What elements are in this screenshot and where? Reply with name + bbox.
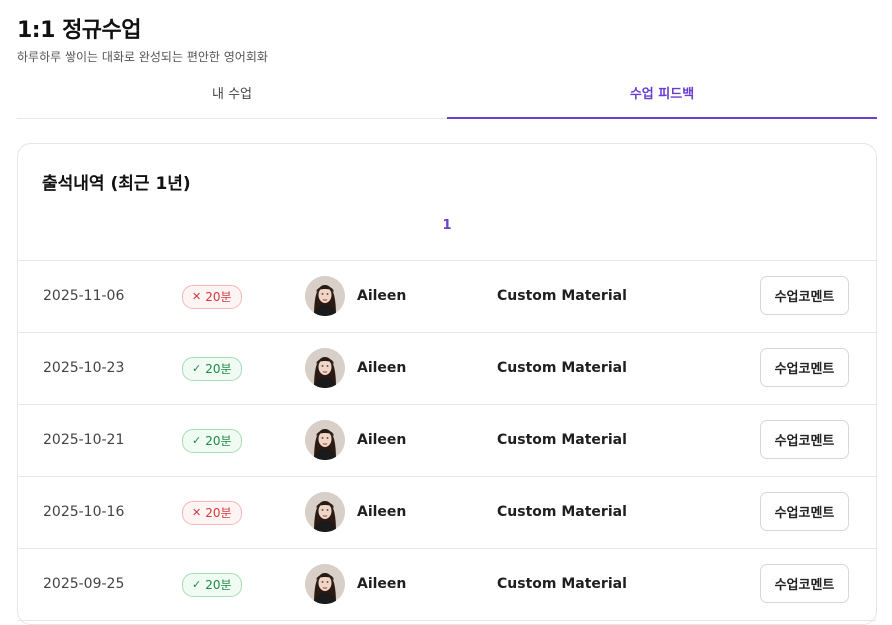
tab-bar: 내 수업 수업 피드백 [17,80,877,119]
x-icon: ✕ [192,506,202,519]
class-material: Custom Material [497,288,627,304]
tutor-name: Aileen [357,576,407,592]
class-material: Custom Material [497,576,627,592]
class-material: Custom Material [497,504,627,520]
class-material: Custom Material [497,360,627,376]
attendance-row: 2025-11-06 ✕ 20분 Aileen Custom Material … [18,261,876,333]
class-date: 2025-10-23 [43,360,125,376]
class-comment-button[interactable]: 수업코멘트 [760,276,849,315]
class-duration: 20분 [205,290,232,304]
attendance-card: 출석내역 (최근 1년) 1 2025-11-06 ✕ 20분 Aileen C… [17,143,877,625]
pagination-page-1[interactable]: 1 [18,218,876,233]
class-date: 2025-11-06 [43,288,125,304]
tutor-avatar [305,348,345,388]
class-date: 2025-10-16 [43,504,125,520]
tutor-avatar [305,276,345,316]
tutor-name: Aileen [357,432,407,448]
check-icon: ✓ [192,362,202,375]
check-icon: ✓ [192,578,202,591]
attendance-list: 2025-11-06 ✕ 20분 Aileen Custom Material … [18,260,876,621]
class-duration: 20분 [205,434,232,448]
attendance-badge: ✓ 20분 [182,429,242,453]
class-date: 2025-10-21 [43,432,125,448]
tutor-avatar [305,564,345,604]
tutor-name: Aileen [357,360,407,376]
class-comment-button[interactable]: 수업코멘트 [760,348,849,387]
x-icon: ✕ [192,290,202,303]
tutor-avatar [305,420,345,460]
attendance-row: 2025-10-21 ✓ 20분 Aileen Custom Material … [18,405,876,477]
class-material: Custom Material [497,432,627,448]
class-comment-button[interactable]: 수업코멘트 [760,492,849,531]
class-duration: 20분 [205,506,232,520]
attendance-badge: ✓ 20분 [182,573,242,597]
attendance-badge: ✕ 20분 [182,285,242,309]
check-icon: ✓ [192,434,202,447]
tutor-name: Aileen [357,288,407,304]
attendance-title: 출석내역 (최근 1년) [42,174,191,194]
attendance-row: 2025-09-25 ✓ 20분 Aileen Custom Material … [18,549,876,621]
tab-class-feedback[interactable]: 수업 피드백 [447,80,877,119]
tutor-name: Aileen [357,504,407,520]
class-duration: 20분 [205,362,232,376]
page-title: 1:1 정규수업 [17,18,142,43]
class-comment-button[interactable]: 수업코멘트 [760,420,849,459]
attendance-badge: ✕ 20분 [182,501,242,525]
page-subtitle: 하루하루 쌓이는 대화로 완성되는 편안한 영어회화 [17,50,268,64]
attendance-badge: ✓ 20분 [182,357,242,381]
attendance-row: 2025-10-16 ✕ 20분 Aileen Custom Material … [18,477,876,549]
class-duration: 20분 [205,578,232,592]
tab-my-classes[interactable]: 내 수업 [17,80,447,118]
tutor-avatar [305,492,345,532]
class-date: 2025-09-25 [43,576,125,592]
class-comment-button[interactable]: 수업코멘트 [760,564,849,603]
attendance-row: 2025-10-23 ✓ 20분 Aileen Custom Material … [18,333,876,405]
